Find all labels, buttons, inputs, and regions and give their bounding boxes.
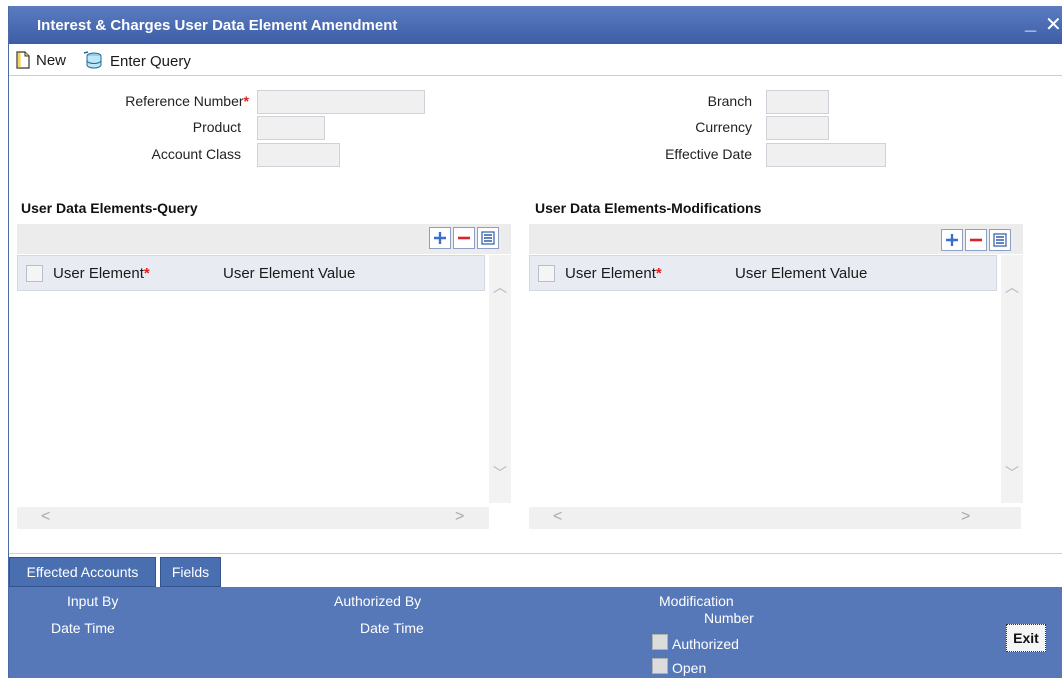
modifications-grid: User Element* User Element Value ︿ ﹀ < >: [529, 224, 1023, 529]
query-horizontal-scrollbar[interactable]: < >: [17, 507, 489, 529]
scroll-left-icon[interactable]: <: [553, 508, 562, 526]
product-label: Product: [192, 119, 241, 135]
account-class-label: Account Class: [151, 146, 241, 162]
minus-icon: [458, 236, 470, 240]
authorized-by-label: Authorized By: [334, 593, 422, 609]
scroll-up-icon[interactable]: ︿: [493, 277, 507, 297]
minimize-button[interactable]: _: [1025, 12, 1036, 35]
effected-accounts-button[interactable]: Effected Accounts: [9, 557, 156, 587]
required-mark: *: [243, 93, 249, 109]
modifications-user-element-header: User Element*: [565, 264, 662, 282]
modifications-horizontal-scrollbar[interactable]: < >: [529, 507, 1021, 529]
query-delete-row-button[interactable]: [453, 227, 475, 249]
exit-button[interactable]: Exit: [1006, 624, 1046, 652]
modifications-grid-title: User Data Elements-Modifications: [535, 200, 762, 216]
query-grid-header: User Element* User Element Value: [17, 255, 485, 291]
query-user-element-header: User Element*: [53, 264, 150, 282]
enter-query-button[interactable]: Enter Query: [83, 51, 191, 71]
scroll-right-icon[interactable]: >: [961, 508, 970, 526]
new-button[interactable]: New: [15, 51, 66, 69]
authorized-checkbox[interactable]: [652, 634, 668, 650]
scroll-up-icon[interactable]: ︿: [1005, 277, 1019, 297]
currency-input[interactable]: [766, 116, 829, 140]
bottom-tab-bar: Effected Accounts Fields: [9, 553, 1062, 587]
list-view-icon: [993, 233, 1007, 247]
account-class-input[interactable]: [257, 143, 340, 167]
currency-label: Currency: [695, 119, 752, 135]
new-document-icon: [16, 51, 30, 69]
fields-button[interactable]: Fields: [160, 557, 221, 587]
authorized-checkbox-label: Authorized: [672, 636, 739, 652]
audit-footer: Input By Date Time Authorized By Date Ti…: [9, 587, 1062, 678]
modifications-select-all-checkbox[interactable]: [538, 264, 555, 282]
modifications-grid-header: User Element* User Element Value: [529, 255, 997, 291]
scroll-left-icon[interactable]: <: [41, 508, 50, 526]
authorized-date-time-label: Date Time: [360, 620, 424, 636]
plus-icon: [946, 234, 958, 246]
modifications-delete-row-button[interactable]: [965, 229, 987, 251]
product-input[interactable]: [257, 116, 325, 140]
input-by-label: Input By: [67, 593, 119, 609]
modification-number-label: Number: [704, 610, 754, 626]
new-label: New: [36, 51, 67, 69]
input-date-time-label: Date Time: [51, 620, 115, 636]
title-bar: Interest & Charges User Data Element Ame…: [9, 6, 1062, 44]
modifications-add-row-button[interactable]: [941, 229, 963, 251]
plus-icon: [434, 232, 446, 244]
branch-label: Branch: [707, 93, 752, 109]
query-grid: User Element* User Element Value ︿ ﹀ < >: [17, 224, 511, 529]
list-view-icon: [481, 231, 495, 245]
modifications-vertical-scrollbar[interactable]: ︿ ﹀: [1001, 255, 1023, 503]
branch-input[interactable]: [766, 90, 829, 114]
modifications-user-element-value-header: User Element Value: [735, 264, 868, 282]
query-single-view-button[interactable]: [477, 227, 499, 249]
modifications-grid-toolbar: [529, 224, 1023, 254]
form-area: Reference Number* Product Account Class …: [9, 77, 1062, 547]
minus-icon: [970, 238, 982, 242]
effective-date-label: Effective Date: [665, 146, 752, 162]
toolbar: New Enter Query: [9, 44, 1062, 76]
modifications-single-view-button[interactable]: [989, 229, 1011, 251]
scroll-right-icon[interactable]: >: [455, 508, 464, 526]
modification-label: Modification: [659, 593, 734, 609]
scroll-down-icon[interactable]: ﹀: [1005, 463, 1019, 483]
query-user-element-value-header: User Element Value: [223, 264, 356, 282]
query-add-row-button[interactable]: [429, 227, 451, 249]
scroll-down-icon[interactable]: ﹀: [493, 463, 507, 483]
window-title: Interest & Charges User Data Element Ame…: [37, 17, 398, 34]
enter-query-label: Enter Query: [110, 52, 191, 70]
query-grid-title: User Data Elements-Query: [21, 200, 198, 216]
reference-number-label: Reference Number*: [125, 93, 249, 109]
database-query-icon: [83, 51, 102, 69]
query-select-all-checkbox[interactable]: [26, 264, 43, 282]
open-checkbox[interactable]: [652, 658, 668, 674]
reference-number-input[interactable]: [257, 90, 425, 114]
effective-date-input[interactable]: [766, 143, 886, 167]
open-checkbox-label: Open: [672, 660, 707, 676]
application-window: Interest & Charges User Data Element Ame…: [8, 6, 1062, 678]
query-vertical-scrollbar[interactable]: ︿ ﹀: [489, 255, 511, 503]
query-grid-toolbar: [17, 224, 511, 254]
close-button[interactable]: ✕: [1045, 12, 1062, 37]
